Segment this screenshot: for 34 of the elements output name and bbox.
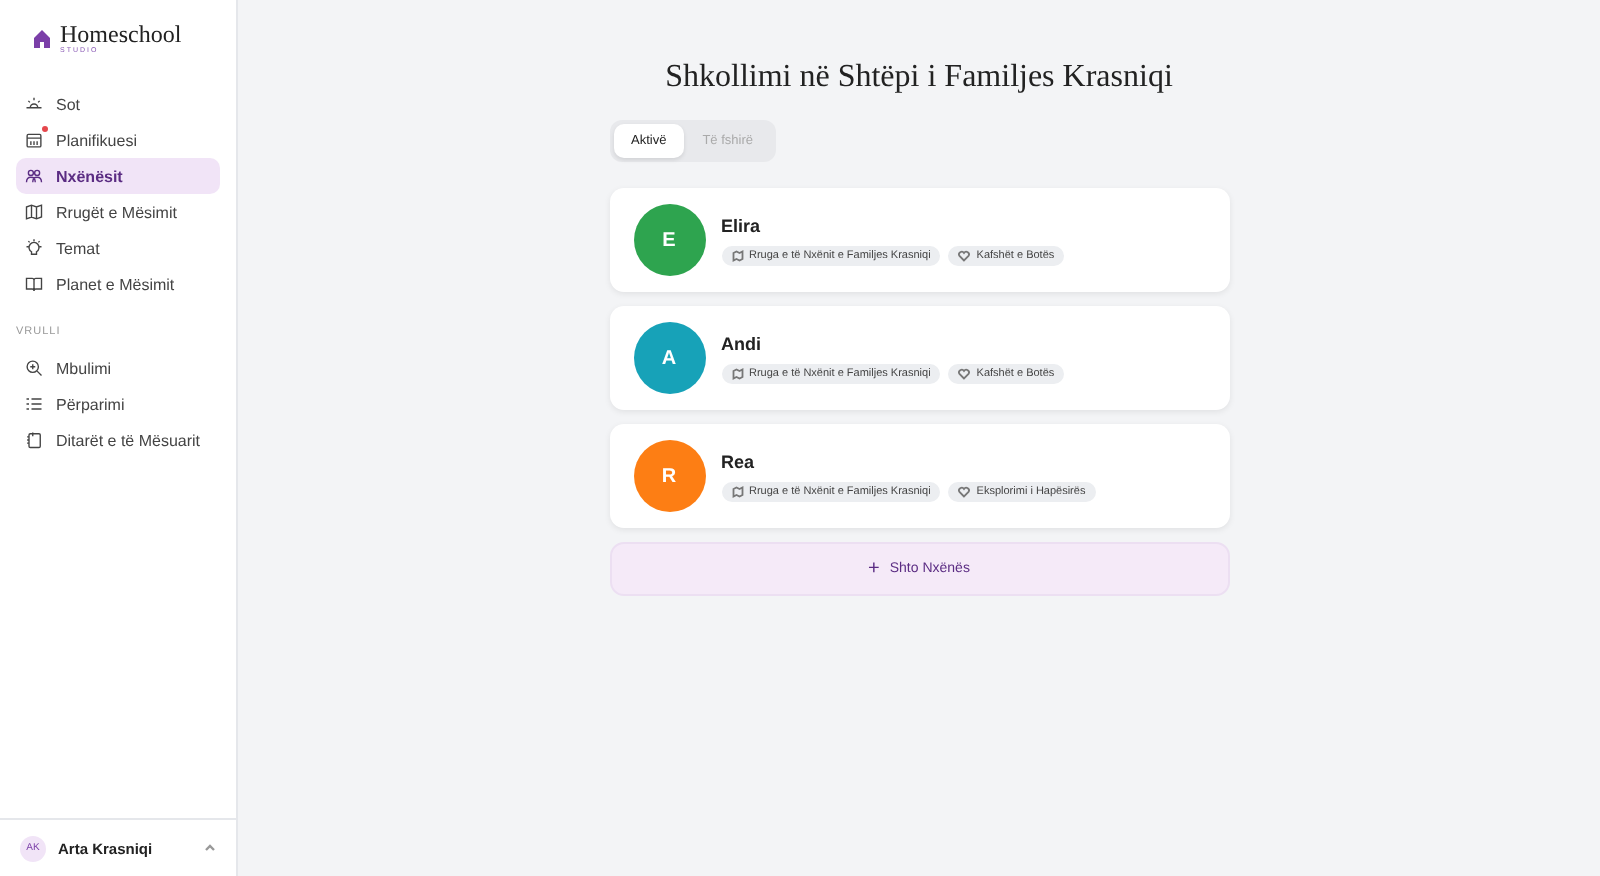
map-icon (731, 367, 743, 379)
nav-item[interactable]: Rrugët e Mësimit (16, 194, 220, 230)
nav-item[interactable]: Përparimi (16, 386, 220, 422)
nav-item[interactable]: Planet e Mësimit (16, 266, 220, 302)
nav-item[interactable]: Mbulimi (16, 350, 220, 386)
sun-icon (24, 94, 44, 114)
student-avatar: A (633, 322, 705, 394)
student-name: Rea (721, 451, 757, 471)
logo-icon (32, 28, 52, 48)
people-icon (24, 166, 44, 186)
student-name: Elira (721, 215, 763, 235)
page-title: Shkollimi në Shtëpi i Familjes Krasniqi (663, 60, 1175, 96)
nav-item[interactable]: Sot (16, 86, 220, 122)
nav-item[interactable]: Temat (16, 230, 220, 266)
calendar-icon (24, 130, 44, 150)
list-icon (24, 394, 44, 414)
student-avatar: E (633, 204, 705, 276)
brand-name: Homeschool (60, 22, 182, 46)
nav-item[interactable]: Planifikuesi (16, 122, 220, 158)
student-avatar: R (633, 440, 705, 512)
map-icon (731, 249, 743, 261)
map-icon (24, 202, 44, 222)
nav-item[interactable]: Ditarët e të Mësuarit (16, 422, 220, 458)
book-icon (24, 274, 44, 294)
zoom-icon (24, 358, 44, 378)
student-name: Andi (721, 333, 763, 353)
bulb-icon (24, 238, 44, 258)
heart-icon (958, 485, 971, 497)
heart-icon (958, 249, 971, 261)
map-icon (731, 485, 743, 497)
chevron-icon (204, 842, 216, 854)
journal-icon (24, 430, 44, 450)
heart-icon (958, 367, 971, 379)
nav-item[interactable]: Nxënësit (16, 158, 220, 194)
